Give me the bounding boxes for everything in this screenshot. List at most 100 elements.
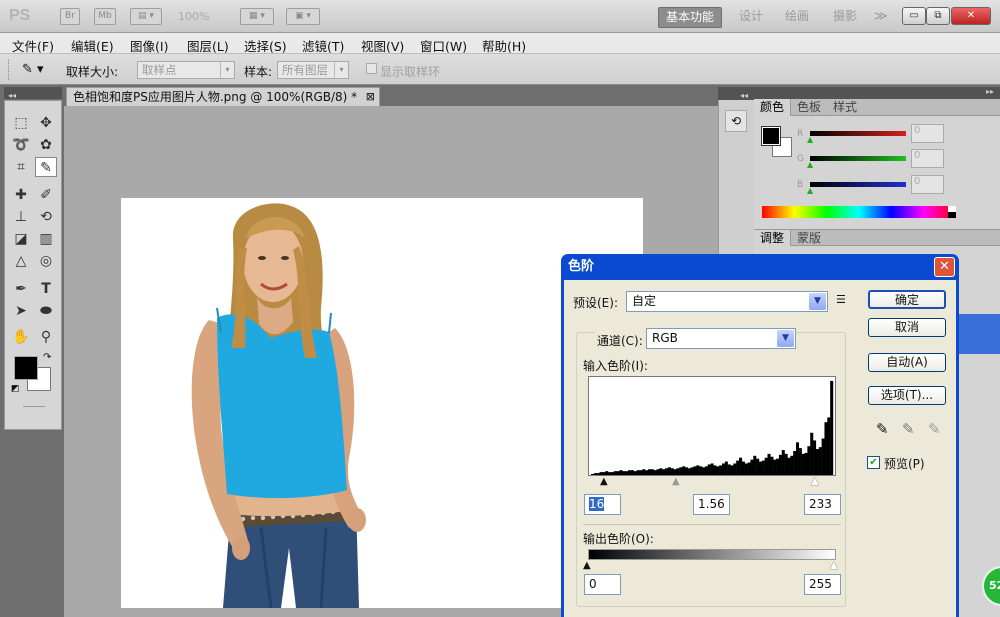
document-tab[interactable]: 色相饱和度PS应用图片人物.png @ 100%(RGB/8) * ⊠: [66, 87, 380, 106]
menu-filter[interactable]: 滤镜(T): [302, 36, 344, 55]
preset-select[interactable]: 自定 ▼: [626, 291, 828, 312]
zoom-tool-icon[interactable]: ⚲: [35, 327, 57, 347]
eyedropper-preset-icon[interactable]: ✎ ▾: [22, 60, 56, 80]
red-slider-handle-icon[interactable]: ▲: [807, 135, 813, 144]
input-black-field[interactable]: 16: [584, 494, 621, 515]
crop-tool-icon[interactable]: ⌗: [10, 157, 32, 177]
menu-window[interactable]: 窗口(W): [420, 36, 467, 55]
marquee-tool-icon[interactable]: ⬚: [10, 113, 32, 133]
blue-slider-handle-icon[interactable]: ▲: [807, 186, 813, 195]
input-white-field[interactable]: 233: [804, 494, 841, 515]
workspace-design[interactable]: 设计: [732, 7, 770, 28]
close-dialog-button[interactable]: ✕: [934, 257, 955, 277]
brush-tool-icon[interactable]: ✐: [35, 185, 57, 205]
green-slider-handle-icon[interactable]: ▲: [807, 160, 813, 169]
red-slider[interactable]: [810, 131, 906, 136]
restore-button[interactable]: ⧉: [926, 7, 950, 25]
red-value[interactable]: 0: [911, 124, 944, 143]
blue-value[interactable]: 0: [911, 175, 944, 194]
lasso-tool-icon[interactable]: ➰: [10, 135, 32, 155]
white-output-slider-icon[interactable]: ▲: [830, 560, 838, 571]
sample-size-select[interactable]: 取样点 ▾: [137, 61, 235, 79]
show-ring-checkbox[interactable]: [366, 63, 377, 74]
tab-masks[interactable]: 蒙版: [791, 230, 827, 247]
blue-slider[interactable]: [810, 182, 906, 187]
menu-view[interactable]: 视图(V): [361, 36, 404, 55]
blur-tool-icon[interactable]: △: [10, 251, 32, 271]
close-window-button[interactable]: ✕: [951, 7, 991, 25]
tab-color[interactable]: 颜色: [754, 99, 792, 116]
white-point-eyedropper-icon[interactable]: ✎: [928, 420, 941, 438]
toolbox-header[interactable]: ◂◂: [4, 87, 62, 100]
foreground-swatch[interactable]: [761, 126, 781, 146]
workspace-essentials[interactable]: 基本功能: [658, 7, 723, 28]
path-select-icon[interactable]: ➤: [10, 301, 32, 321]
quick-select-tool-icon[interactable]: ✿: [35, 135, 57, 155]
ok-button[interactable]: 确定: [868, 290, 946, 309]
options-button[interactable]: 选项(T)...: [868, 386, 946, 405]
bw-ramp[interactable]: [948, 206, 956, 218]
menu-image[interactable]: 图像(I): [130, 36, 168, 55]
eraser-tool-icon[interactable]: ◪: [10, 229, 32, 249]
swap-colors-icon[interactable]: ↷: [43, 352, 51, 363]
auto-button[interactable]: 自动(A): [868, 353, 946, 372]
output-white-field[interactable]: 255: [804, 574, 841, 595]
cancel-button[interactable]: 取消: [868, 318, 946, 337]
grip-handle[interactable]: [8, 59, 11, 80]
tab-styles[interactable]: 样式: [827, 99, 863, 116]
panel-header[interactable]: ▸▸: [754, 87, 1000, 99]
channel-select[interactable]: RGB ▼: [646, 328, 796, 349]
menu-select[interactable]: 选择(S): [244, 36, 287, 55]
sample-select[interactable]: 所有图层 ▾: [277, 61, 349, 79]
histogram-bar: [693, 466, 697, 475]
gamma-input-slider-icon[interactable]: ▲: [672, 476, 680, 487]
bridge-icon[interactable]: Br: [60, 8, 80, 25]
workspace-painting[interactable]: 绘画: [778, 7, 816, 28]
green-value[interactable]: 0: [911, 149, 944, 168]
tab-adjustments[interactable]: 调整: [754, 230, 792, 246]
default-colors-icon[interactable]: ◩: [11, 384, 20, 394]
menu-file[interactable]: 文件(F): [12, 36, 54, 55]
input-gamma-field[interactable]: 1.56: [693, 494, 730, 515]
arrange-documents-icon[interactable]: ▦ ▾: [240, 8, 274, 25]
selected-layer-highlight[interactable]: [959, 314, 1000, 354]
healing-brush-icon[interactable]: ✚: [10, 185, 32, 205]
menu-edit[interactable]: 编辑(E): [71, 36, 114, 55]
histogram-bar: [798, 448, 802, 475]
view-extras-icon[interactable]: ▤ ▾: [130, 8, 162, 25]
move-tool-icon[interactable]: ✥: [35, 113, 57, 133]
black-output-slider-icon[interactable]: ▲: [583, 560, 591, 571]
foreground-color-swatch[interactable]: [14, 356, 38, 380]
histogram-bar: [736, 460, 740, 475]
menu-help[interactable]: 帮助(H): [482, 36, 526, 55]
gradient-tool-icon[interactable]: ▥: [35, 229, 57, 249]
history-brush-icon[interactable]: ⟲: [35, 207, 57, 227]
tab-swatches[interactable]: 色板: [791, 99, 827, 116]
pen-tool-icon[interactable]: ✒: [10, 279, 32, 299]
screen-mode-icon[interactable]: ▣ ▾: [286, 8, 320, 25]
black-point-eyedropper-icon[interactable]: ✎: [876, 420, 889, 438]
white-input-slider-icon[interactable]: ▲: [811, 476, 819, 487]
hand-tool-icon[interactable]: ✋: [10, 327, 32, 347]
mini-bridge-icon[interactable]: Mb: [94, 8, 116, 25]
output-black-field[interactable]: 0: [584, 574, 621, 595]
menu-layer[interactable]: 图层(L): [187, 36, 229, 55]
preset-options-icon[interactable]: ☰: [836, 293, 846, 306]
dodge-tool-icon[interactable]: ◎: [35, 251, 57, 271]
panel-dock-header[interactable]: ◂◂: [718, 87, 754, 100]
more-workspaces-icon[interactable]: ≫: [874, 9, 888, 24]
gray-point-eyedropper-icon[interactable]: ✎: [902, 420, 915, 438]
color-ramp[interactable]: [762, 206, 956, 218]
green-slider[interactable]: [810, 156, 906, 161]
clone-stamp-icon[interactable]: ⊥: [10, 207, 32, 227]
zoom-level[interactable]: 100%: [178, 10, 209, 23]
eyedropper-tool-icon[interactable]: ✎: [35, 157, 57, 177]
preview-checkbox[interactable]: ✔: [867, 456, 880, 469]
black-input-slider-icon[interactable]: ▲: [600, 476, 608, 487]
workspace-photography[interactable]: 摄影: [826, 7, 864, 28]
minimize-button[interactable]: ▭: [902, 7, 926, 25]
history-panel-icon[interactable]: ⟲: [725, 110, 747, 132]
type-tool-icon[interactable]: T: [35, 279, 57, 299]
close-document-icon[interactable]: ⊠: [366, 88, 375, 106]
ellipse-tool-icon[interactable]: ⬬: [35, 301, 57, 321]
